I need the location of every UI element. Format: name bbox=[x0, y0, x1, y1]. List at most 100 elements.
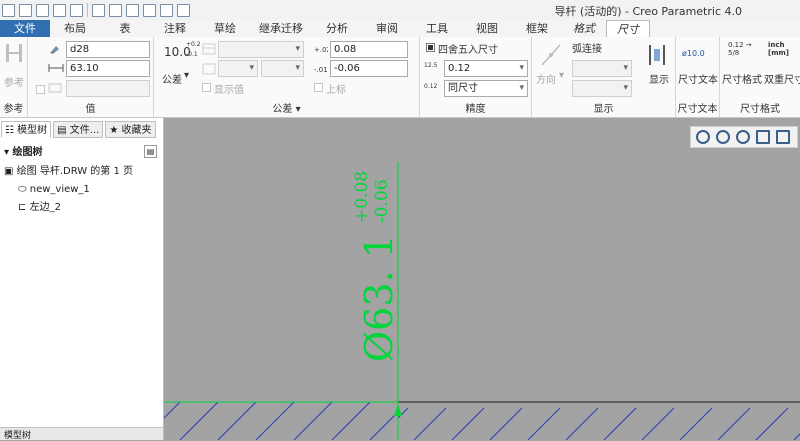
tolerance-class-dropdown[interactable] bbox=[218, 60, 258, 77]
tolerance-icon-upper: +0.2 bbox=[186, 41, 201, 48]
group-label-value: 值 bbox=[85, 104, 96, 115]
dual-precision-dropdown[interactable]: 同尺寸 bbox=[444, 80, 528, 97]
tree-item-new-view[interactable]: ⬭ new_view_1 bbox=[18, 182, 90, 198]
upper-tolerance-text: +0.08 bbox=[352, 170, 372, 223]
table-tolerance-icon bbox=[202, 43, 216, 55]
tab-file-browser-label: 文件... bbox=[69, 125, 100, 136]
hatch-line bbox=[179, 402, 219, 440]
decimal-places-dropdown[interactable]: 0.12 bbox=[444, 60, 528, 77]
dimension-text-icon[interactable]: ø10.0 bbox=[682, 49, 705, 58]
override-value-field[interactable] bbox=[66, 80, 150, 97]
tolerance-icon-lower: -0.1 bbox=[186, 51, 198, 58]
tab-dimension[interactable]: 尺寸 bbox=[606, 20, 650, 37]
hatch-line bbox=[217, 402, 257, 440]
chevron-down-icon[interactable]: ▾ bbox=[184, 70, 189, 81]
arc-connection-dropdown[interactable] bbox=[572, 60, 632, 77]
section-hatch-right bbox=[338, 408, 800, 440]
tree-item-label: new_view_1 bbox=[29, 184, 90, 195]
group-label-display: 显示 bbox=[593, 104, 614, 115]
tab-sketch[interactable]: 草绘 bbox=[200, 20, 250, 37]
tolerance-grade-dropdown[interactable] bbox=[261, 60, 304, 77]
dimension-format-icon[interactable]: 0.12 → 5/8 bbox=[728, 41, 756, 57]
show-button-label[interactable]: 显示 bbox=[649, 71, 669, 86]
navigator-bottom-bar: 模型树 bbox=[0, 427, 163, 441]
group-label-reference: 参考 bbox=[3, 104, 24, 115]
dimension-name-field[interactable]: d28 bbox=[66, 41, 150, 58]
hatch-line bbox=[338, 408, 370, 440]
tab-view[interactable]: 视图 bbox=[462, 20, 512, 37]
tolerance-class-icon bbox=[202, 63, 216, 75]
dimension-arrowhead bbox=[394, 404, 402, 416]
nominal-value-field[interactable]: 63.10 bbox=[66, 60, 150, 77]
lower-tolerance-field[interactable]: -0.06 bbox=[330, 60, 408, 77]
hatch-line bbox=[369, 411, 398, 440]
direction-label[interactable]: 方向 bbox=[536, 71, 556, 86]
ribbon-tabs: 文件 布局 表 注释 草绘 继承迁移 分析 审阅 工具 视图 框架 格式 尺寸 bbox=[0, 20, 800, 38]
superscript-checkbox[interactable] bbox=[314, 83, 323, 92]
arc-connection-label: 弧连接 bbox=[572, 44, 602, 55]
drawing-tree-header[interactable]: ▾ 绘图树 bbox=[0, 144, 163, 161]
superscript-label: 上标 bbox=[326, 85, 346, 96]
dual-dimension-button-label[interactable]: 双重尺寸 bbox=[764, 71, 800, 86]
navigator-panel: ☷ 模型树 ▤ 文件... ★ 收藏夹 ▾ 绘图树 ▤ ▣ 绘图 导杆.DRW … bbox=[0, 118, 164, 441]
direction-icon[interactable] bbox=[540, 43, 562, 67]
group-label-dimension-text: 尺寸文本 bbox=[677, 104, 718, 115]
tab-format[interactable]: 格式 bbox=[562, 20, 606, 37]
show-value-checkbox[interactable] bbox=[202, 83, 211, 92]
group-dimension-text: ø10.0 尺寸文本 尺寸文本 bbox=[676, 37, 720, 117]
show-dimension-icon[interactable] bbox=[646, 43, 668, 67]
tree-settings-icon[interactable]: ▤ bbox=[144, 145, 157, 158]
model-tree-icon: ☷ bbox=[5, 125, 14, 136]
tolerance-group-label: 公差 bbox=[272, 104, 293, 115]
group-label-tolerance[interactable]: 公差 ▾ bbox=[154, 100, 419, 115]
chevron-down-icon[interactable]: ▾ bbox=[559, 70, 564, 81]
override-value-checkbox[interactable] bbox=[36, 85, 45, 94]
tab-file[interactable]: 文件 bbox=[0, 20, 50, 37]
upper-tolerance-field[interactable]: 0.08 bbox=[330, 41, 408, 58]
nominal-value-icon bbox=[48, 64, 64, 72]
tree-item-label: 左边_2 bbox=[29, 202, 61, 213]
hatch-line bbox=[164, 402, 181, 419]
drawing-tree-title: 绘图树 bbox=[12, 147, 43, 158]
tab-favorites[interactable]: ★ 收藏夹 bbox=[105, 121, 156, 138]
show-value-label: 显示值 bbox=[214, 85, 244, 96]
tab-analysis[interactable]: 分析 bbox=[312, 20, 362, 37]
reference-icon[interactable] bbox=[5, 42, 23, 64]
tab-review[interactable]: 审阅 bbox=[362, 20, 412, 37]
svg-text:-.01: -.01 bbox=[314, 66, 328, 74]
tab-tools[interactable]: 工具 bbox=[412, 20, 462, 37]
hatch-line bbox=[255, 402, 295, 440]
tab-frame[interactable]: 框架 bbox=[512, 20, 562, 37]
collapse-triangle-icon[interactable]: ▾ bbox=[4, 147, 9, 158]
hatch-line bbox=[451, 408, 485, 440]
graphics-window[interactable]: Ø63. 1 +0.08 -0.06 bbox=[164, 118, 800, 440]
dimension-format-button-label[interactable]: 尺寸格式 bbox=[722, 71, 762, 86]
round-dimension-checkbox[interactable] bbox=[426, 43, 435, 52]
tree-item-left-view[interactable]: ⊏ 左边_2 bbox=[18, 200, 61, 216]
tolerance-mode-label[interactable]: 公差 bbox=[162, 71, 182, 86]
dimension-value-text[interactable]: Ø63. 1 bbox=[357, 234, 401, 362]
hatch-line bbox=[717, 408, 751, 440]
chevron-down-icon: ▾ bbox=[295, 104, 301, 115]
dual-dimension-icon[interactable]: inch [mm] bbox=[768, 41, 794, 57]
tree-item-drawing-sheet[interactable]: ▣ 绘图 导杆.DRW 的第 1 页 bbox=[4, 164, 133, 180]
hatch-line bbox=[293, 402, 333, 440]
tab-layout[interactable]: 布局 bbox=[50, 20, 100, 37]
display-style-dropdown[interactable] bbox=[572, 80, 632, 97]
tree-item-label: 绘图 导杆.DRW 的第 1 页 bbox=[16, 166, 134, 177]
tab-table[interactable]: 表 bbox=[100, 20, 150, 37]
hatch-line bbox=[398, 408, 409, 419]
tab-annotate[interactable]: 注释 bbox=[150, 20, 200, 37]
tab-file-browser[interactable]: ▤ 文件... bbox=[53, 121, 104, 138]
navigator-tabs: ☷ 模型树 ▤ 文件... ★ 收藏夹 bbox=[0, 121, 164, 139]
tab-legacy-migration[interactable]: 继承迁移 bbox=[250, 20, 312, 37]
tolerance-table-dropdown[interactable] bbox=[218, 41, 304, 58]
hatch-line bbox=[446, 402, 484, 440]
dimension-text-button-label[interactable]: 尺寸文本 bbox=[678, 71, 718, 86]
tab-model-tree-label: 模型树 bbox=[17, 125, 48, 136]
lower-tolerance-text: -0.06 bbox=[372, 179, 392, 223]
hatch-line bbox=[331, 402, 371, 440]
tab-model-tree[interactable]: ☷ 模型树 bbox=[1, 121, 52, 138]
group-value: d28 63.10 值 bbox=[28, 37, 154, 117]
drawing-geometry bbox=[164, 162, 800, 440]
